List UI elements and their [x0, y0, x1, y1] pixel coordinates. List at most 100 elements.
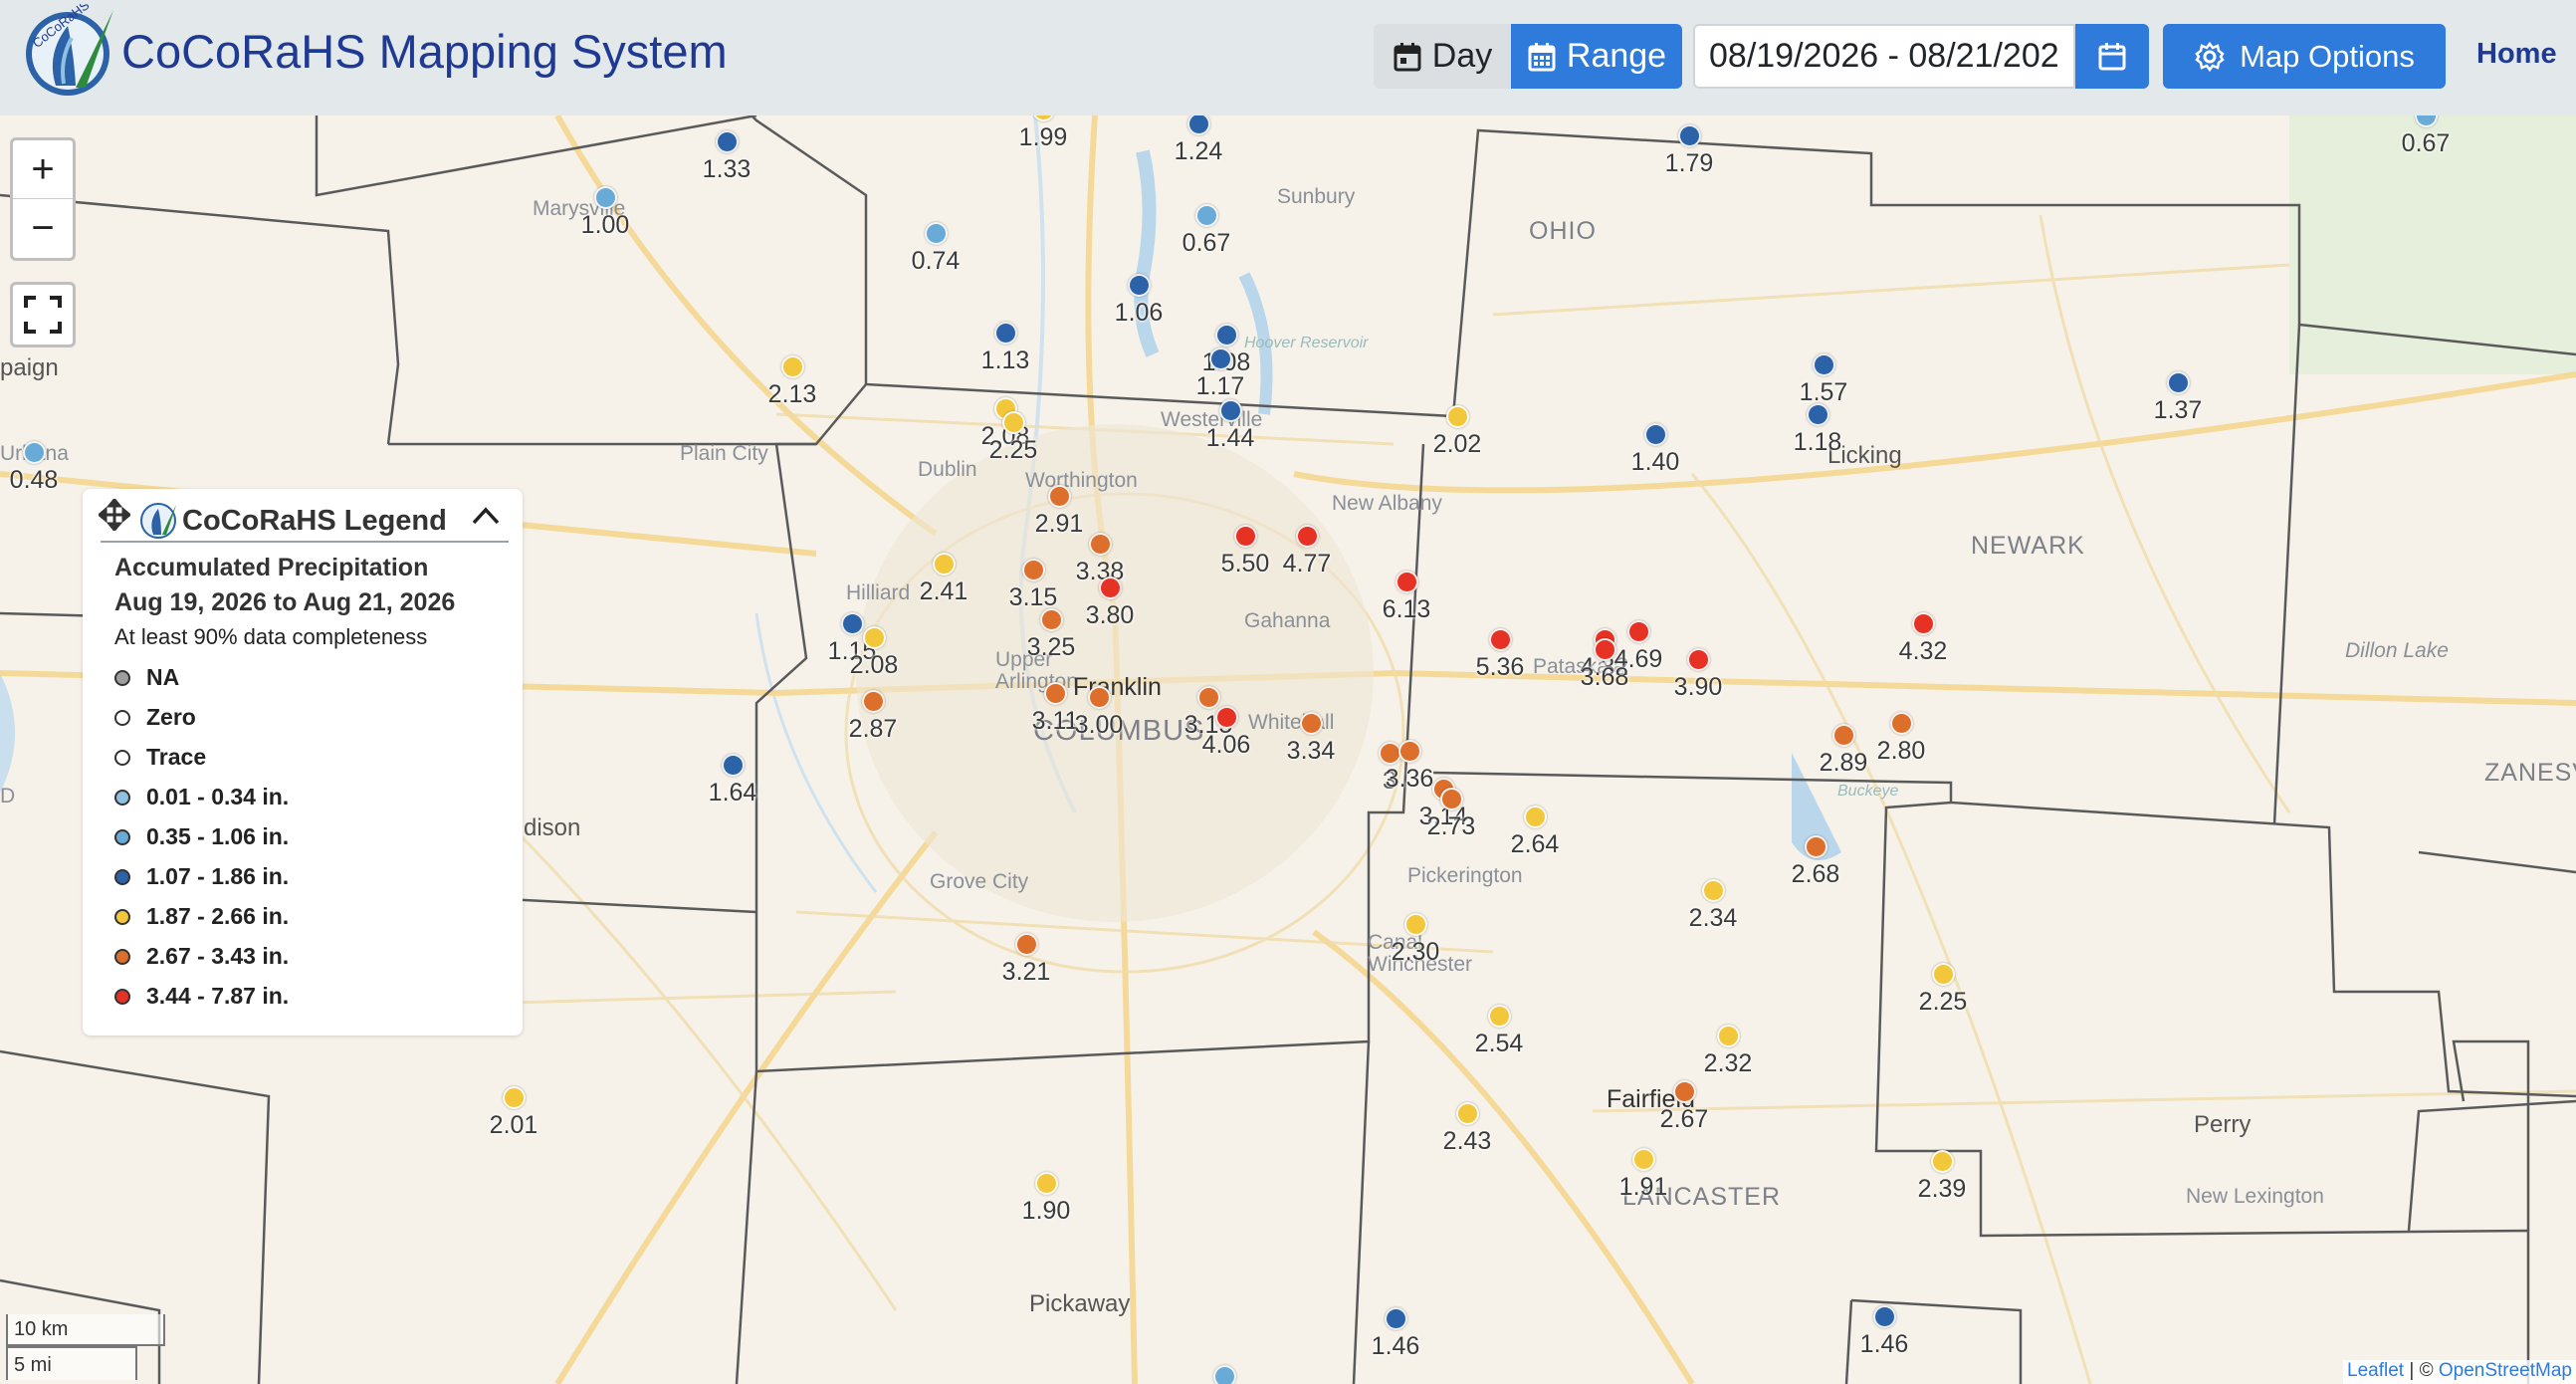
station-marker[interactable] [1524, 806, 1547, 828]
place-hilliard: Hilliard [846, 581, 911, 604]
station-marker[interactable] [1832, 724, 1855, 747]
station-marker[interactable] [1213, 1365, 1236, 1384]
station-marker[interactable] [1300, 712, 1323, 735]
day-button[interactable]: Day [1374, 24, 1511, 89]
station-marker[interactable] [933, 553, 956, 576]
leaflet-link[interactable]: Leaflet [2347, 1360, 2404, 1381]
station-marker[interactable] [1717, 1025, 1740, 1047]
station-marker[interactable] [1890, 712, 1913, 735]
station-marker[interactable] [1398, 740, 1421, 763]
station-marker[interactable] [1215, 706, 1238, 729]
station-value-label: 1.06 [1114, 299, 1164, 327]
station-marker[interactable] [1644, 423, 1667, 446]
station-marker[interactable] [1687, 648, 1710, 671]
station-marker[interactable] [1594, 638, 1616, 661]
legend-label: Zero [146, 704, 196, 730]
legend-item: 0.01 - 0.34 in. [114, 784, 289, 810]
range-button-label: Range [1566, 37, 1667, 75]
station-marker[interactable] [1099, 577, 1122, 599]
station-marker[interactable] [1678, 124, 1701, 147]
station-marker[interactable] [781, 355, 804, 378]
station-marker[interactable] [23, 441, 46, 464]
move-icon[interactable] [99, 499, 130, 531]
station-marker[interactable] [1912, 612, 1935, 635]
legend-subtitle-line1: Accumulated Precipitation [114, 554, 429, 581]
station-marker[interactable] [1234, 525, 1257, 548]
station-marker[interactable] [1219, 399, 1242, 422]
station-marker[interactable] [1296, 525, 1319, 548]
legend-label: 3.44 - 7.87 in. [146, 983, 290, 1009]
station-marker[interactable] [1044, 682, 1067, 705]
station-marker[interactable] [1215, 324, 1238, 346]
station-marker[interactable] [1931, 1150, 1954, 1173]
station-marker[interactable] [862, 690, 885, 713]
station-marker[interactable] [1440, 788, 1463, 810]
fullscreen-button[interactable] [10, 282, 76, 347]
station-marker[interactable] [841, 612, 864, 635]
station-marker[interactable] [1456, 1102, 1479, 1125]
station-marker[interactable] [925, 222, 948, 245]
range-button[interactable]: Range [1511, 24, 1682, 89]
precipitation-map[interactable]: Marysville Sunbury OHIO paign Urbana Pla… [0, 115, 2576, 1384]
calendar-icon [2098, 42, 2126, 70]
station-marker[interactable] [594, 186, 617, 209]
zoom-in-button[interactable]: + [13, 140, 73, 199]
place-newark: NEWARK [1971, 532, 2085, 560]
station-marker[interactable] [1807, 403, 1829, 426]
station-marker[interactable] [1128, 274, 1151, 297]
station-marker[interactable] [1197, 686, 1220, 709]
station-marker[interactable] [1022, 559, 1045, 581]
station-marker[interactable] [1395, 571, 1418, 593]
station-marker[interactable] [1673, 1080, 1696, 1103]
legend-item: 2.67 - 3.43 in. [114, 943, 289, 970]
station-marker[interactable] [1627, 620, 1650, 643]
calendar-range-icon [1528, 42, 1556, 71]
cocorahs-logo-icon[interactable]: CoCoRaHS [16, 4, 119, 100]
station-value-label: 2.73 [1426, 812, 1476, 840]
map-options-label: Map Options [2240, 38, 2415, 74]
collapse-chevron-up-icon[interactable] [471, 505, 501, 527]
date-range-input[interactable] [1693, 24, 2075, 89]
map-options-button[interactable]: Map Options [2163, 24, 2446, 89]
zoom-out-button[interactable]: − [13, 199, 73, 258]
legend-subtitle: Accumulated Precipitation Aug 19, 2026 t… [114, 551, 455, 620]
station-marker[interactable] [1035, 1172, 1058, 1195]
station-value-label: 2.01 [489, 1111, 538, 1139]
station-marker[interactable] [1040, 608, 1063, 631]
legend-label: 1.07 - 1.86 in. [146, 863, 290, 889]
legend-item: 3.44 - 7.87 in. [114, 983, 289, 1010]
station-value-label: 1.57 [1799, 378, 1848, 406]
station-marker[interactable] [1446, 405, 1469, 428]
station-marker[interactable] [1048, 485, 1071, 508]
osm-link[interactable]: OpenStreetMap [2439, 1360, 2572, 1381]
station-marker[interactable] [863, 626, 886, 649]
station-marker[interactable] [1805, 835, 1827, 858]
station-marker[interactable] [1089, 533, 1112, 556]
station-marker[interactable] [1932, 963, 1955, 986]
station-marker[interactable] [1209, 347, 1232, 370]
legend-panel: CoCoRaHS Legend Accumulated Precipitatio… [83, 489, 523, 1036]
home-link[interactable]: Home [2476, 38, 2557, 71]
station-marker[interactable] [1015, 933, 1038, 956]
station-marker[interactable] [1489, 628, 1512, 651]
station-marker[interactable] [2167, 371, 2190, 394]
station-value-label: 2.80 [1876, 737, 1926, 765]
station-marker[interactable] [1385, 1307, 1407, 1330]
station-marker[interactable] [1488, 1005, 1511, 1028]
station-marker[interactable] [1702, 879, 1725, 902]
station-marker[interactable] [1813, 353, 1835, 376]
station-marker[interactable] [994, 322, 1017, 345]
station-marker[interactable] [1002, 411, 1025, 434]
station-marker[interactable] [716, 130, 739, 153]
station-marker[interactable] [1632, 1148, 1655, 1171]
station-marker[interactable] [1404, 913, 1427, 936]
station-value-label: 2.13 [767, 380, 817, 408]
station-value-label: 2.39 [1917, 1175, 1967, 1203]
station-marker[interactable] [1873, 1305, 1896, 1328]
calendar-picker-button[interactable] [2075, 24, 2149, 89]
station-value-label: 1.46 [1859, 1330, 1909, 1358]
station-marker[interactable] [722, 754, 745, 777]
station-marker[interactable] [1195, 204, 1218, 227]
station-marker[interactable] [503, 1086, 526, 1109]
station-marker[interactable] [1088, 686, 1111, 709]
